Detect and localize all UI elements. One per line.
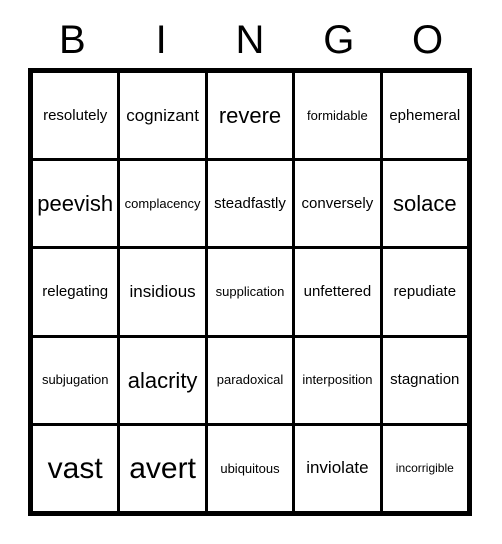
bingo-cell[interactable]: ephemeral (382, 73, 467, 159)
bingo-cell[interactable]: steadfastly (207, 161, 293, 247)
bingo-cell[interactable]: resolutely (33, 73, 118, 159)
bingo-cell[interactable]: ubiquitous (207, 425, 293, 511)
bingo-cell-word: solace (393, 191, 457, 217)
header-letter-g: G (323, 18, 355, 62)
bingo-cell-word: incorrigible (395, 461, 454, 476)
bingo-cell-word: alacrity (127, 367, 198, 393)
header-letter-o: O (412, 18, 444, 62)
bingo-cell[interactable]: relegating (33, 249, 118, 335)
bingo-cell-word: revere (218, 103, 282, 129)
bingo-cell[interactable]: inviolate (295, 425, 380, 511)
bingo-cell[interactable]: repudiate (382, 249, 467, 335)
bingo-cell-word: insidious (129, 282, 196, 302)
bingo-cell-word: supplication (215, 284, 285, 300)
bingo-cell-word: vast (47, 451, 103, 485)
bingo-cell-word: repudiate (393, 283, 457, 301)
header-letter-i: I (155, 18, 167, 62)
bingo-cell[interactable]: interposition (295, 337, 380, 423)
bingo-cell[interactable]: unfettered (295, 249, 380, 335)
bingo-cell[interactable]: incorrigible (382, 425, 467, 511)
bingo-cell[interactable]: cognizant (120, 73, 205, 159)
bingo-cell-word: peevish (37, 191, 114, 217)
bingo-cell-word: steadfastly (214, 194, 286, 212)
bingo-cell[interactable]: peevish (33, 161, 118, 247)
bingo-card: B I N G O resolutely cognizant revere fo… (0, 0, 502, 544)
bingo-cell[interactable]: subjugation (33, 337, 118, 423)
bingo-cell[interactable]: solace (382, 161, 467, 247)
bingo-cell[interactable]: insidious (120, 249, 205, 335)
bingo-cell[interactable]: revere (207, 73, 293, 159)
bingo-cell-word: avert (129, 451, 196, 485)
bingo-cell[interactable]: stagnation (382, 337, 467, 423)
bingo-cell-word: cognizant (126, 105, 199, 125)
header-letter-n: N (235, 18, 265, 62)
header-letter-b: B (59, 18, 86, 62)
bingo-cell[interactable]: conversely (295, 161, 380, 247)
bingo-cell[interactable]: formidable (295, 73, 380, 159)
bingo-cell-word: interposition (302, 372, 373, 388)
bingo-cell[interactable]: paradoxical (207, 337, 293, 423)
bingo-cell-word: resolutely (43, 106, 108, 124)
bingo-grid: resolutely cognizant revere formidable e… (28, 68, 472, 516)
bingo-cell-word: unfettered (303, 283, 372, 301)
bingo-cell-word: subjugation (41, 372, 109, 388)
bingo-cell-word: inviolate (306, 458, 369, 478)
bingo-cell-word: relegating (42, 283, 109, 301)
bingo-cell-word: ubiquitous (220, 460, 280, 476)
bingo-cell-word: complacency (124, 195, 201, 211)
bingo-cell-word: stagnation (390, 371, 460, 389)
bingo-cell-word: paradoxical (216, 372, 284, 388)
bingo-cell-word: ephemeral (389, 106, 461, 124)
bingo-cell[interactable]: supplication (207, 249, 293, 335)
bingo-cell[interactable]: alacrity (120, 337, 205, 423)
bingo-cell[interactable]: complacency (120, 161, 205, 247)
bingo-header-row: B I N G O (28, 14, 472, 66)
bingo-cell-word: formidable (307, 107, 368, 123)
bingo-cell[interactable]: avert (120, 425, 205, 511)
bingo-cell-word: conversely (301, 194, 374, 212)
bingo-cell[interactable]: vast (33, 425, 118, 511)
